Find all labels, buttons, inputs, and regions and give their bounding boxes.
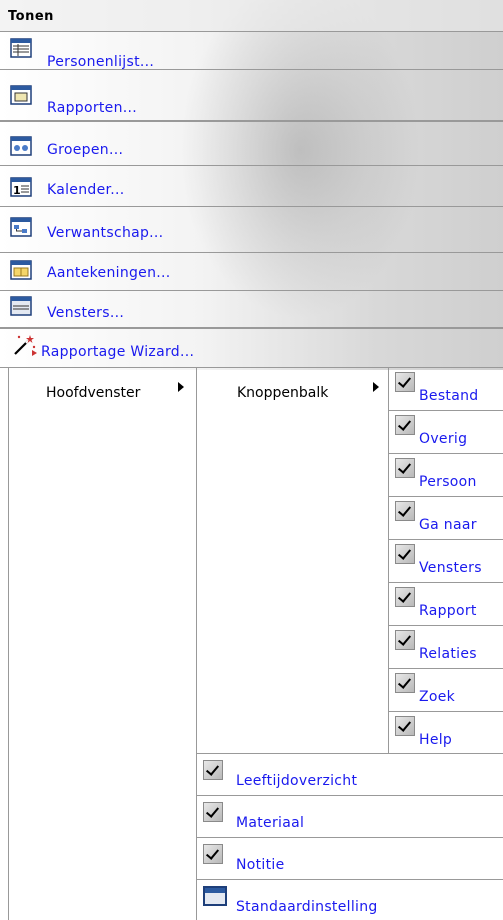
svg-text:1: 1 bbox=[13, 184, 21, 197]
menu-item-verwantschap[interactable]: Verwantschap... bbox=[0, 207, 503, 253]
toolbar-item-zoek[interactable]: Zoek bbox=[389, 669, 503, 712]
person-list-icon bbox=[10, 38, 32, 58]
menu-item-rapportage-wizard[interactable]: Rapportage Wizard... bbox=[0, 328, 503, 368]
checkbox-checked-icon bbox=[395, 630, 415, 650]
checkbox-checked-icon bbox=[203, 760, 223, 780]
groups-icon bbox=[10, 136, 32, 156]
toolbar-item-label: Vensters bbox=[419, 560, 482, 576]
toolbar-item-label: Overig bbox=[419, 431, 468, 447]
toolbar-item-vensters[interactable]: Vensters bbox=[389, 540, 503, 583]
toolbar-item-ga-naar[interactable]: Ga naar bbox=[389, 497, 503, 540]
toolbar-item-label: Help bbox=[419, 732, 453, 748]
checkbox-checked-icon bbox=[395, 716, 415, 736]
menu-item-label: Rapportage Wizard... bbox=[41, 344, 195, 360]
menu-item-rapporten[interactable]: Rapporten... bbox=[0, 81, 503, 121]
submenu-arrow-icon bbox=[373, 382, 379, 392]
calendar-icon: 1 bbox=[10, 177, 32, 197]
menu-item-personenlijst[interactable]: Personenlijst... bbox=[0, 32, 503, 70]
menu-item-vensters[interactable]: Vensters... bbox=[0, 291, 503, 328]
menu-item-label: Personenlijst... bbox=[47, 54, 155, 70]
menu-item-kalender[interactable]: 1 Kalender... bbox=[0, 166, 503, 207]
main-item-label: Notitie bbox=[236, 857, 285, 873]
toolbar-item-overig[interactable]: Overig bbox=[389, 411, 503, 454]
checkbox-checked-icon bbox=[395, 587, 415, 607]
submenu-arrow-icon bbox=[178, 382, 184, 392]
main-item-leeftijdoverzicht[interactable]: Leeftijdoverzicht bbox=[197, 753, 503, 795]
submenu-knoppenbalk[interactable]: Knoppenbalk bbox=[237, 385, 328, 401]
toolbar-item-label: Zoek bbox=[419, 689, 456, 705]
checkbox-checked-icon bbox=[395, 458, 415, 478]
menu-item-label: Kalender... bbox=[47, 182, 125, 198]
submenu-hoofdvenster-column: Hoofdvenster bbox=[8, 368, 197, 920]
main-item-standaardinstelling[interactable]: Standaardinstelling bbox=[197, 879, 503, 920]
menu-item-aantekeningen[interactable]: Aantekeningen... bbox=[0, 253, 503, 291]
toolbar-item-relaties[interactable]: Relaties bbox=[389, 626, 503, 669]
toolbar-item-rapport[interactable]: Rapport bbox=[389, 583, 503, 626]
checkbox-checked-icon bbox=[395, 372, 415, 392]
main-item-notitie[interactable]: Notitie bbox=[197, 837, 503, 879]
windows-icon bbox=[10, 296, 32, 316]
menu-item-label: Verwantschap... bbox=[47, 225, 164, 241]
wizard-wand-icon bbox=[14, 335, 37, 356]
checkbox-checked-icon bbox=[203, 844, 223, 864]
checkbox-checked-icon bbox=[395, 415, 415, 435]
reports-icon bbox=[10, 85, 32, 105]
toolbar-item-label: Relaties bbox=[419, 646, 477, 662]
notes-icon bbox=[10, 260, 32, 280]
checkbox-checked-icon bbox=[395, 673, 415, 693]
menu-item-label: Groepen... bbox=[47, 142, 124, 158]
toolbar-item-label: Bestand bbox=[419, 388, 479, 404]
toolbar-item-help[interactable]: Help bbox=[389, 712, 503, 755]
menu-item-label: Aantekeningen... bbox=[47, 265, 171, 281]
menu-title: Tonen bbox=[0, 0, 503, 32]
checkbox-checked-icon bbox=[203, 802, 223, 822]
relationship-icon bbox=[10, 217, 32, 237]
toolbar-item-label: Ga naar bbox=[419, 517, 477, 533]
main-item-materiaal[interactable]: Materiaal bbox=[197, 795, 503, 837]
main-item-label: Leeftijdoverzicht bbox=[236, 773, 358, 789]
menu-item-label: Rapporten... bbox=[47, 100, 138, 116]
toolbar-item-label: Persoon bbox=[419, 474, 477, 490]
main-item-label: Materiaal bbox=[236, 815, 305, 831]
checkbox-checked-icon bbox=[395, 544, 415, 564]
toolbar-item-bestand[interactable]: Bestand bbox=[389, 368, 503, 411]
toolbar-item-persoon[interactable]: Persoon bbox=[389, 454, 503, 497]
menu-item-groepen[interactable]: Groepen... bbox=[0, 121, 503, 166]
submenu-knoppenbalk-column: Knoppenbalk bbox=[197, 368, 389, 753]
checkbox-checked-icon bbox=[395, 501, 415, 521]
toolbar-item-label: Rapport bbox=[419, 603, 477, 619]
window-icon bbox=[203, 886, 227, 906]
menu-item-label: Vensters... bbox=[47, 305, 125, 321]
submenu-hoofdvenster[interactable]: Hoofdvenster bbox=[46, 385, 140, 401]
main-item-label: Standaardinstelling bbox=[236, 899, 378, 915]
